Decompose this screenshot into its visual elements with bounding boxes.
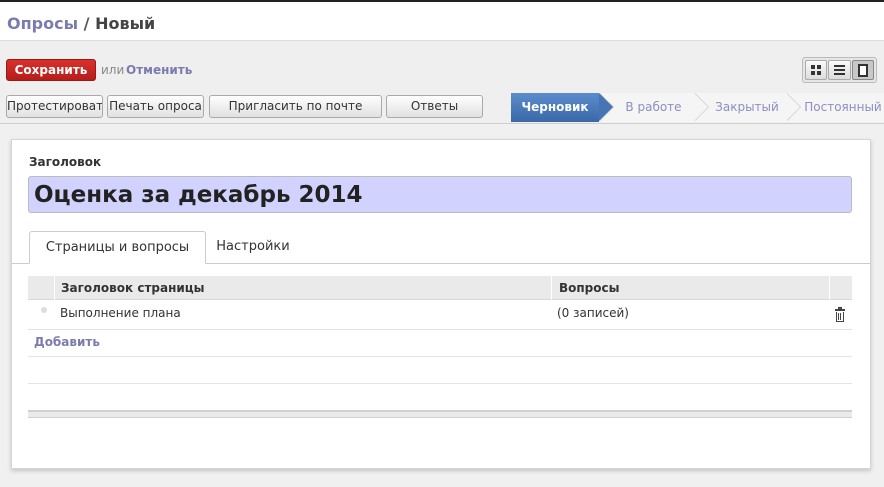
stage-label: В работе bbox=[625, 100, 682, 114]
stage-label: Черновик bbox=[521, 100, 589, 114]
top-border bbox=[0, 0, 884, 2]
view-switcher bbox=[802, 57, 877, 83]
stage-draft[interactable]: Черновик bbox=[511, 93, 614, 122]
kanban-icon bbox=[811, 65, 822, 75]
list-icon bbox=[833, 65, 845, 75]
tab-label: Настройки bbox=[216, 239, 290, 254]
or-text: или bbox=[101, 63, 125, 77]
questions-cell: (0 записей) bbox=[557, 306, 629, 320]
save-button[interactable]: Сохранить bbox=[6, 59, 96, 81]
breadcrumb: Опросы / Новый bbox=[7, 14, 155, 33]
grid-header: Заголовок страницы Вопросы bbox=[28, 276, 852, 300]
drag-handle-icon[interactable] bbox=[41, 307, 47, 313]
tab-pages-and-questions[interactable]: Страницы и вопросы bbox=[29, 231, 206, 264]
stage-statusbar: Черновик В работе Закрытый Постоянный bbox=[511, 93, 884, 122]
breadcrumb-separator: / bbox=[83, 14, 90, 33]
title-input[interactable] bbox=[28, 176, 852, 213]
form-view-button[interactable] bbox=[851, 60, 874, 80]
grid-empty-line bbox=[28, 356, 852, 357]
table-row[interactable]: Выполнение плана (0 записей) bbox=[28, 301, 852, 330]
invite-by-email-button[interactable]: Пригласить по почте bbox=[209, 95, 382, 118]
stage-label: Закрытый bbox=[715, 100, 779, 114]
list-view-button[interactable] bbox=[828, 60, 851, 80]
tab-settings[interactable]: Настройки bbox=[210, 231, 296, 264]
form-sheet: Заголовок Страницы и вопросы Настройки З… bbox=[11, 139, 871, 469]
test-survey-button[interactable]: Протестировать bbox=[6, 95, 103, 118]
column-header-page-title[interactable]: Заголовок страницы bbox=[61, 281, 205, 295]
kanban-view-button[interactable] bbox=[805, 60, 828, 80]
grid-footer bbox=[28, 410, 852, 418]
print-survey-button[interactable]: Печать опроса bbox=[107, 95, 204, 118]
page-title-cell: Выполнение плана bbox=[60, 306, 181, 320]
grid-empty-line bbox=[28, 383, 852, 384]
breadcrumb-current: Новый bbox=[95, 14, 156, 33]
add-line-link[interactable]: Добавить bbox=[34, 335, 100, 349]
tab-label: Страницы и вопросы bbox=[45, 240, 190, 255]
breadcrumb-surveys-link[interactable]: Опросы bbox=[7, 14, 78, 33]
form-icon bbox=[857, 63, 868, 77]
trash-icon[interactable] bbox=[835, 307, 845, 322]
answers-button[interactable]: Ответы bbox=[386, 95, 483, 118]
stage-label: Постоянный bbox=[804, 100, 882, 114]
title-field-label: Заголовок bbox=[29, 155, 102, 169]
column-header-questions[interactable]: Вопросы bbox=[559, 281, 619, 295]
cancel-link[interactable]: Отменить bbox=[126, 63, 192, 77]
